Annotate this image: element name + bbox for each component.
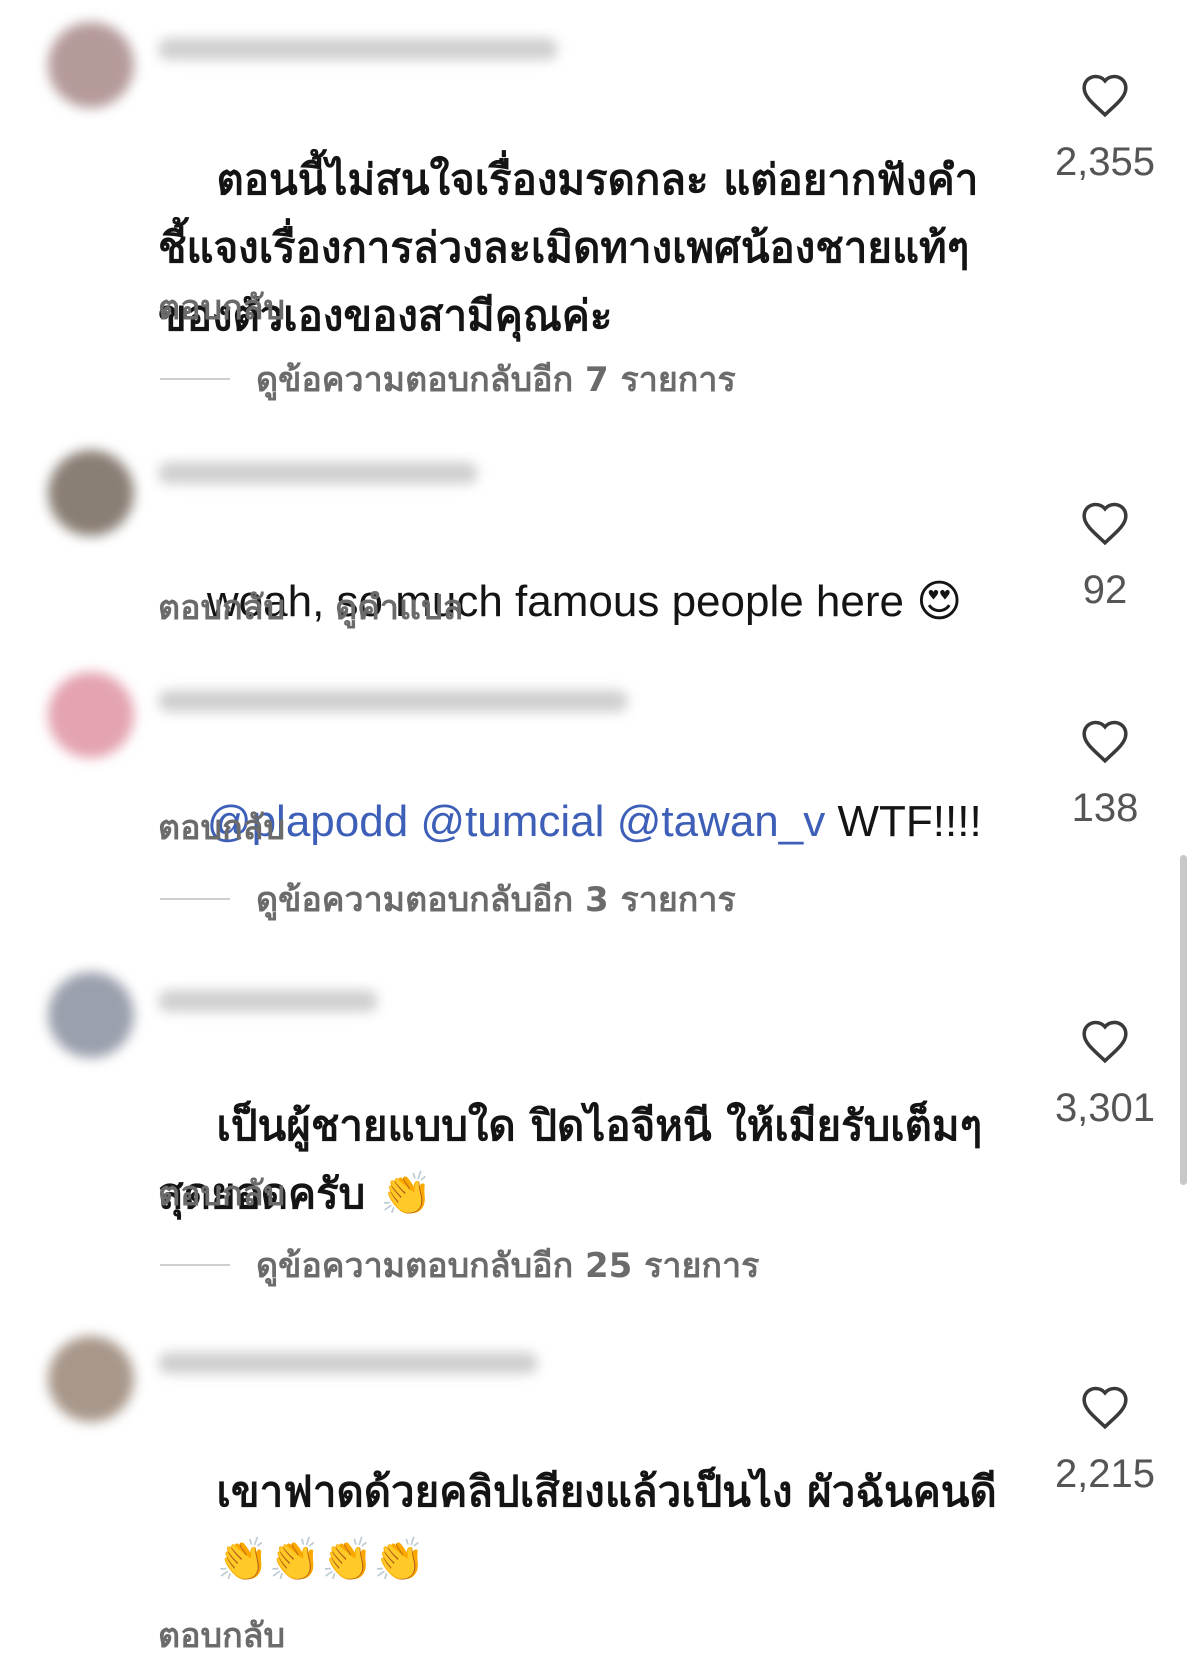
comment-actions: ตอบกลับ ดูคำแปล [158, 580, 463, 634]
like-count: 92 [1082, 568, 1128, 612]
comment-actions: ตอบกลับ [158, 1166, 285, 1220]
view-replies-button[interactable]: ดูข้อความตอบกลับอีก 3 รายการ [160, 872, 736, 926]
comment-actions: ตอบกลับ [158, 1608, 285, 1662]
comment-actions: ตอบกลับ [158, 800, 285, 854]
avatar[interactable] [48, 450, 134, 536]
view-replies-label: ดูข้อความตอบกลับอีก 3 รายการ [256, 880, 736, 920]
reply-button[interactable]: ตอบกลับ [158, 800, 285, 854]
comment-body: WTF!!!! [837, 797, 982, 846]
like-column: 138 [1040, 718, 1170, 831]
username-blurred[interactable] [158, 38, 558, 60]
comment-actions: ตอบกลับ [158, 280, 285, 334]
clapping-emoji: 👏👏👏👏 [216, 1535, 426, 1584]
like-count: 2,215 [1054, 1452, 1156, 1496]
mention-link[interactable]: @tumcial [420, 797, 604, 846]
avatar[interactable] [48, 972, 134, 1058]
heart-icon[interactable] [1080, 1018, 1130, 1064]
reply-button[interactable]: ตอบกลับ [158, 280, 285, 334]
heart-icon[interactable] [1080, 1384, 1130, 1430]
replies-divider [160, 898, 230, 900]
like-column: 2,215 [1040, 1384, 1170, 1497]
view-replies-label: ดูข้อความตอบกลับอีก 25 รายการ [256, 1246, 760, 1286]
comment-body: เขาฟาดด้วยคลิปเสียงแล้วเป็นไง ผัวฉันคนดี [216, 1467, 997, 1516]
scrollbar[interactable] [1180, 855, 1187, 1185]
view-replies-label: ดูข้อความตอบกลับอีก 7 รายการ [256, 360, 736, 400]
like-count: 138 [1071, 786, 1139, 830]
reply-button[interactable]: ตอบกลับ [158, 580, 285, 634]
username-blurred[interactable] [158, 690, 628, 712]
heart-icon[interactable] [1080, 72, 1130, 118]
avatar[interactable] [48, 1336, 134, 1422]
like-count: 2,355 [1054, 140, 1156, 184]
reply-button[interactable]: ตอบกลับ [158, 1166, 285, 1220]
like-column: 3,301 [1040, 1018, 1170, 1131]
mention-link[interactable]: @tawan_v [617, 797, 826, 846]
heart-icon[interactable] [1080, 718, 1130, 764]
like-count: 3,301 [1054, 1086, 1156, 1130]
avatar[interactable] [48, 672, 134, 758]
see-translation-button[interactable]: ดูคำแปล [335, 580, 463, 634]
like-column: 2,355 [1040, 72, 1170, 185]
replies-divider [160, 378, 230, 380]
username-blurred[interactable] [158, 1352, 538, 1374]
view-replies-button[interactable]: ดูข้อความตอบกลับอีก 7 รายการ [160, 352, 736, 406]
heart-eyes-emoji: 😍 [916, 576, 963, 627]
replies-divider [160, 1264, 230, 1266]
username-blurred[interactable] [158, 462, 478, 484]
view-replies-button[interactable]: ดูข้อความตอบกลับอีก 25 รายการ [160, 1238, 759, 1292]
avatar[interactable] [48, 22, 134, 108]
clapping-emoji: 👏 [379, 1169, 433, 1218]
reply-button[interactable]: ตอบกลับ [158, 1608, 285, 1662]
heart-icon[interactable] [1080, 500, 1130, 546]
username-blurred[interactable] [158, 990, 378, 1012]
like-column: 92 [1040, 500, 1170, 613]
